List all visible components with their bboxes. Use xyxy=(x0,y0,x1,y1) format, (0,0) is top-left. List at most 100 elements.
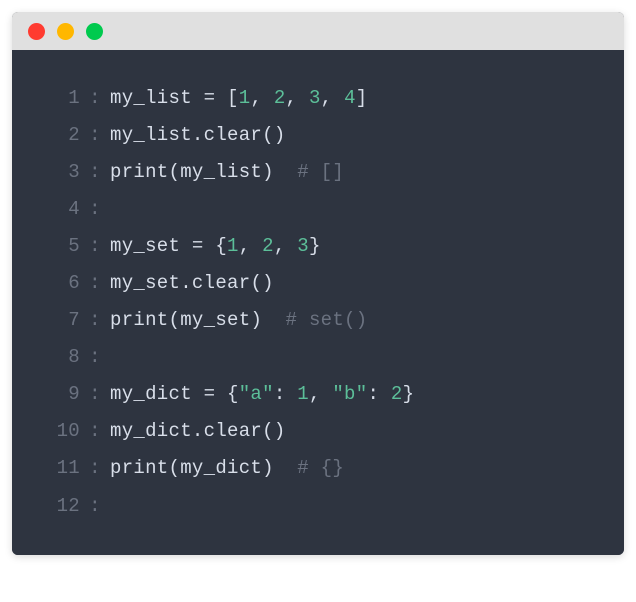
token: my_dict xyxy=(110,420,192,442)
line-number: 6 xyxy=(32,265,80,302)
token: 3 xyxy=(297,235,309,257)
token: my_set xyxy=(180,309,250,331)
code-content[interactable]: my_set.clear() xyxy=(110,265,274,302)
token: ) xyxy=(250,309,262,331)
token: { xyxy=(227,383,239,405)
token: ) xyxy=(262,161,274,183)
line-number: 3 xyxy=(32,154,80,191)
token: . xyxy=(192,420,204,442)
close-icon[interactable] xyxy=(28,23,45,40)
code-line[interactable]: 5:my_set = {1, 2, 3} xyxy=(32,228,604,265)
token: "a" xyxy=(239,383,274,405)
token xyxy=(262,309,285,331)
code-editor[interactable]: 1:my_list = [1, 2, 3, 4]2:my_list.clear(… xyxy=(12,50,624,555)
line-separator: : xyxy=(80,488,110,525)
token: , xyxy=(274,235,297,257)
token: ) xyxy=(262,457,274,479)
code-line[interactable]: 4: xyxy=(32,191,604,228)
code-content[interactable]: my_dict.clear() xyxy=(110,413,286,450)
token: my_list xyxy=(180,161,262,183)
token: "b" xyxy=(332,383,367,405)
token: # {} xyxy=(297,457,344,479)
token: print xyxy=(110,457,169,479)
zoom-icon[interactable] xyxy=(86,23,103,40)
line-number: 5 xyxy=(32,228,80,265)
token: 2 xyxy=(391,383,403,405)
token: , xyxy=(286,87,309,109)
token: print xyxy=(110,309,169,331)
code-line[interactable]: 2:my_list.clear() xyxy=(32,117,604,154)
token: [ xyxy=(227,87,239,109)
token: # [] xyxy=(297,161,344,183)
line-number: 2 xyxy=(32,117,80,154)
token: = xyxy=(180,235,215,257)
token: () xyxy=(262,124,285,146)
token: 2 xyxy=(274,87,286,109)
line-number: 8 xyxy=(32,339,80,376)
token: , xyxy=(309,383,332,405)
line-number: 9 xyxy=(32,376,80,413)
token: my_dict xyxy=(110,383,192,405)
token: { xyxy=(215,235,227,257)
line-separator: : xyxy=(80,265,110,302)
line-separator: : xyxy=(80,117,110,154)
token: my_set xyxy=(110,235,180,257)
token: 1 xyxy=(227,235,239,257)
token: () xyxy=(262,420,285,442)
line-separator: : xyxy=(80,450,110,487)
token: : xyxy=(367,383,390,405)
token: ( xyxy=(169,309,181,331)
token: 1 xyxy=(297,383,309,405)
editor-window: 1:my_list = [1, 2, 3, 4]2:my_list.clear(… xyxy=(12,12,624,555)
token: my_list xyxy=(110,124,192,146)
token: } xyxy=(403,383,415,405)
token: 2 xyxy=(262,235,274,257)
code-line[interactable]: 9:my_dict = {"a": 1, "b": 2} xyxy=(32,376,604,413)
token: () xyxy=(250,272,273,294)
token: ] xyxy=(356,87,368,109)
code-line[interactable]: 7:print(my_set) # set() xyxy=(32,302,604,339)
token: } xyxy=(309,235,321,257)
token: 3 xyxy=(309,87,321,109)
line-separator: : xyxy=(80,191,110,228)
code-content[interactable]: print(my_set) # set() xyxy=(110,302,367,339)
token: = xyxy=(192,87,227,109)
token: 1 xyxy=(239,87,251,109)
code-content[interactable]: my_list = [1, 2, 3, 4] xyxy=(110,80,367,117)
token: = xyxy=(192,383,227,405)
line-number: 10 xyxy=(32,413,80,450)
code-content[interactable]: print(my_list) # [] xyxy=(110,154,344,191)
token: . xyxy=(192,124,204,146)
token: clear xyxy=(204,124,263,146)
code-line[interactable]: 10:my_dict.clear() xyxy=(32,413,604,450)
code-content[interactable]: my_list.clear() xyxy=(110,117,286,154)
token: ( xyxy=(169,457,181,479)
token: my_list xyxy=(110,87,192,109)
line-number: 1 xyxy=(32,80,80,117)
token: clear xyxy=(204,420,263,442)
token: clear xyxy=(192,272,251,294)
token: # set() xyxy=(286,309,368,331)
token: . xyxy=(180,272,192,294)
code-line[interactable]: 6:my_set.clear() xyxy=(32,265,604,302)
code-line[interactable]: 12: xyxy=(32,488,604,525)
titlebar xyxy=(12,12,624,50)
code-content[interactable]: print(my_dict) # {} xyxy=(110,450,344,487)
token: : xyxy=(274,383,297,405)
code-content[interactable]: my_set = {1, 2, 3} xyxy=(110,228,321,265)
minimize-icon[interactable] xyxy=(57,23,74,40)
line-number: 12 xyxy=(32,488,80,525)
code-line[interactable]: 1:my_list = [1, 2, 3, 4] xyxy=(32,80,604,117)
token: my_set xyxy=(110,272,180,294)
token: print xyxy=(110,161,169,183)
line-separator: : xyxy=(80,339,110,376)
code-line[interactable]: 11:print(my_dict) # {} xyxy=(32,450,604,487)
token: , xyxy=(250,87,273,109)
line-separator: : xyxy=(80,80,110,117)
code-content[interactable]: my_dict = {"a": 1, "b": 2} xyxy=(110,376,414,413)
code-line[interactable]: 3:print(my_list) # [] xyxy=(32,154,604,191)
line-number: 7 xyxy=(32,302,80,339)
code-line[interactable]: 8: xyxy=(32,339,604,376)
token: my_dict xyxy=(180,457,262,479)
line-separator: : xyxy=(80,302,110,339)
